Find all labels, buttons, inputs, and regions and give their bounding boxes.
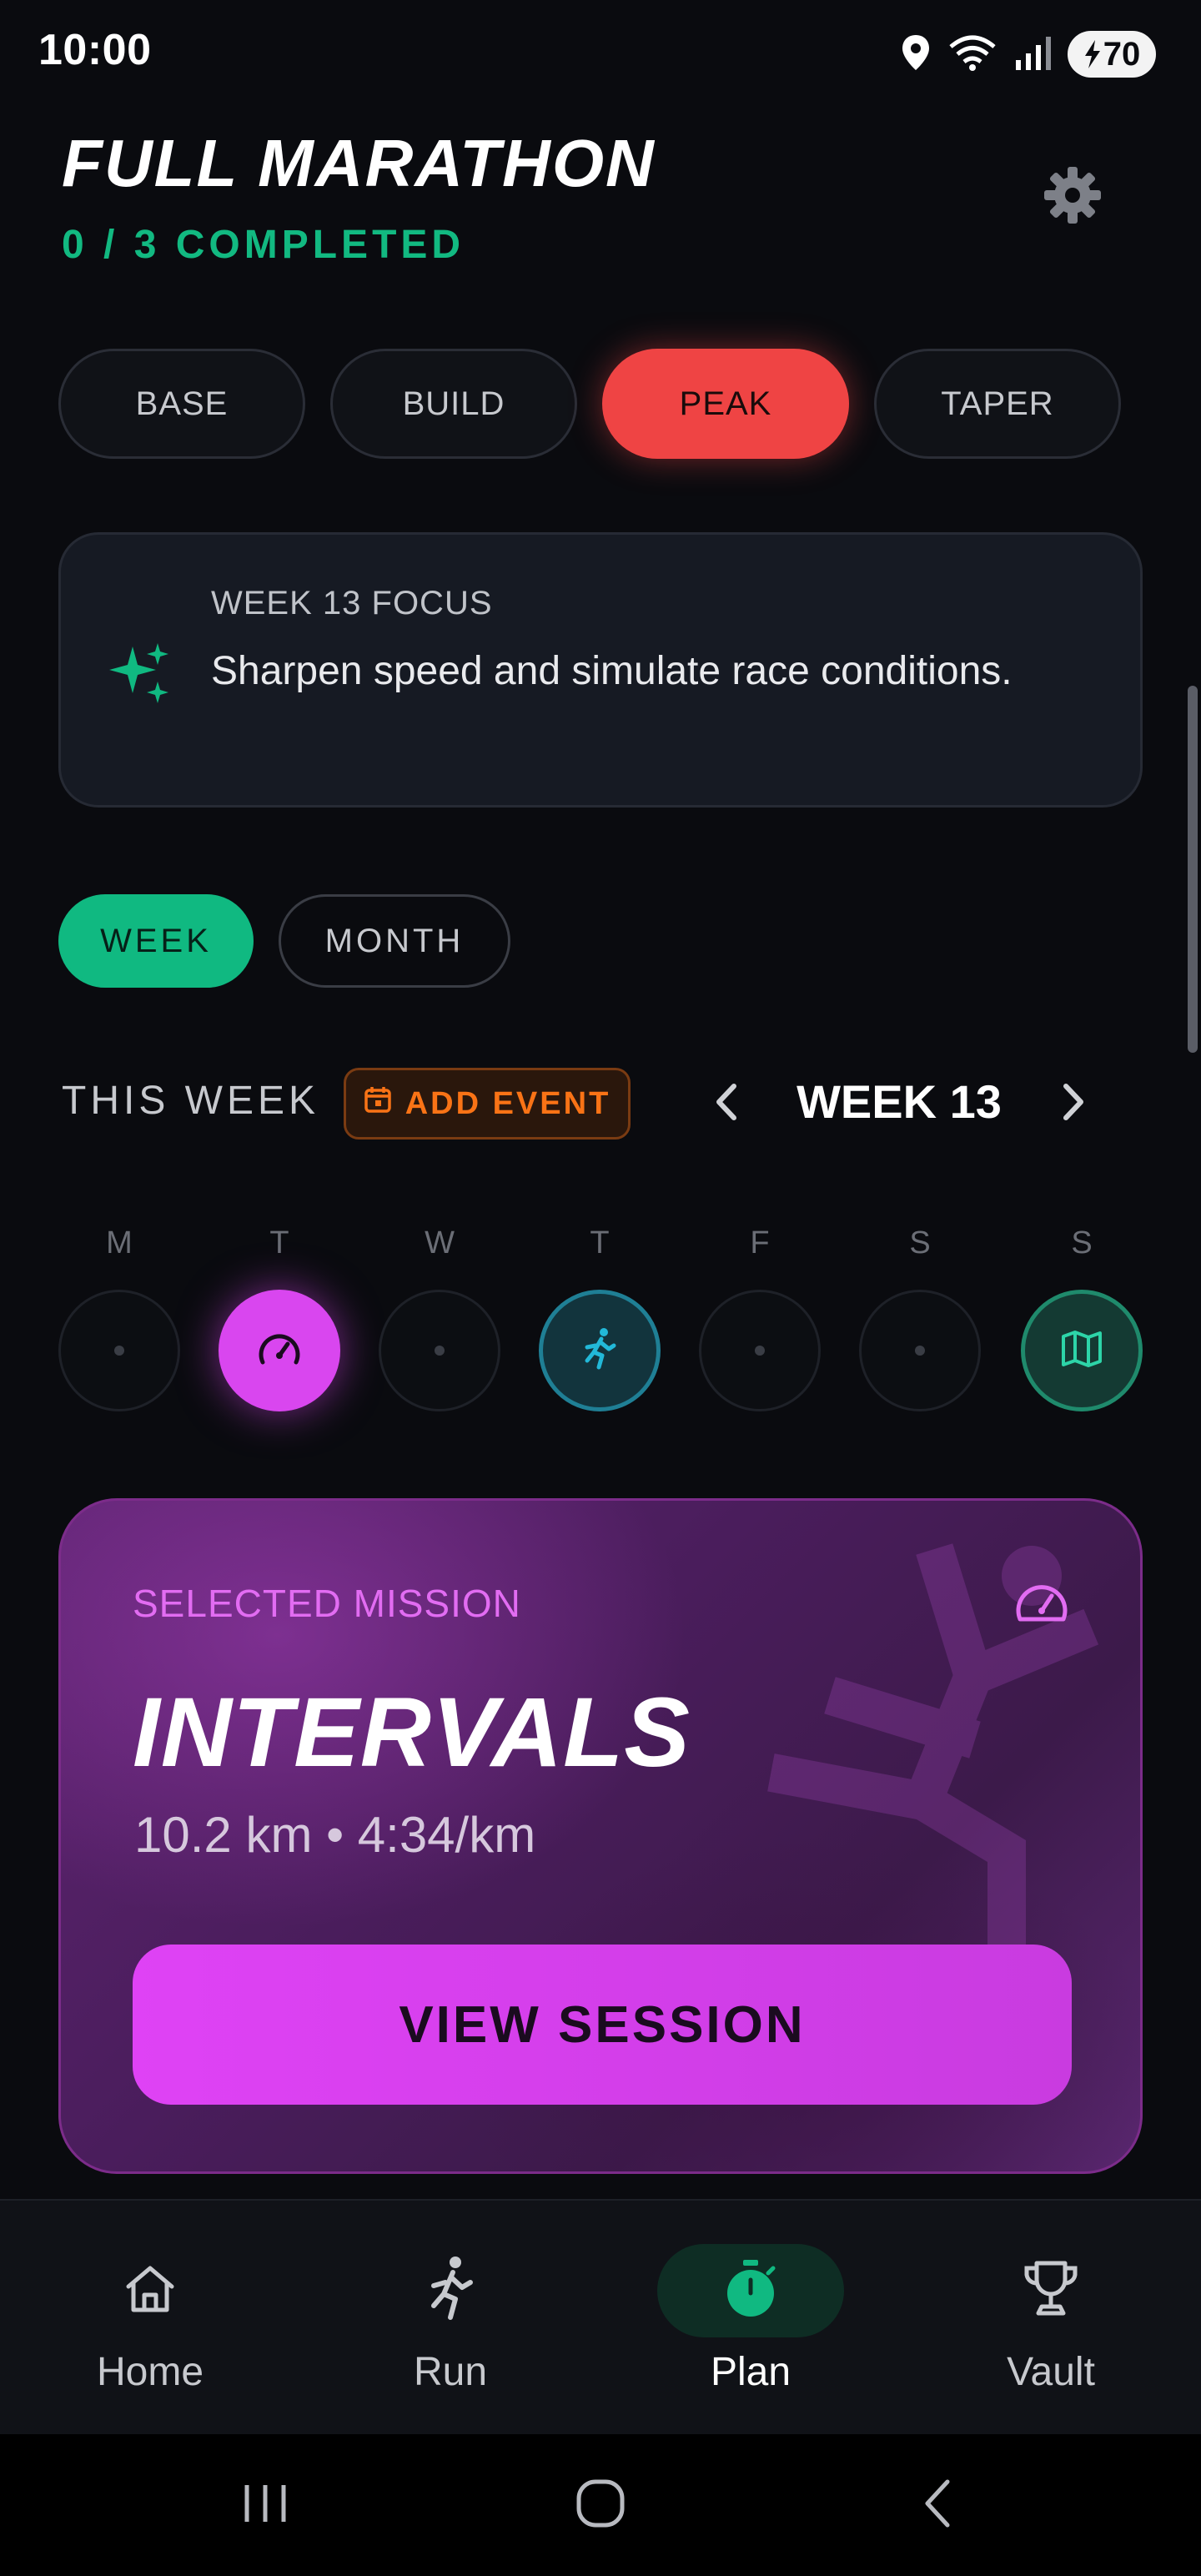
day-saturday[interactable]: S <box>859 1218 981 1411</box>
selected-mission-card: SELECTED MISSION INTERVALS 10.2 km • 4:3… <box>58 1498 1143 2174</box>
day-tuesday[interactable]: T <box>219 1218 340 1411</box>
home-icon <box>123 2263 177 2319</box>
mission-name: INTERVALS <box>133 1678 691 1788</box>
day-letter: S <box>1071 1225 1093 1260</box>
view-toggle: WEEK MONTH <box>58 894 510 988</box>
speedometer-icon <box>1015 1579 1068 1630</box>
map-icon <box>1061 1330 1103 1372</box>
next-week-button[interactable] <box>1036 1066 1111 1141</box>
view-session-button[interactable]: VIEW SESSION <box>133 1945 1072 2105</box>
back-icon <box>921 2478 954 2533</box>
settings-button[interactable] <box>1031 155 1114 239</box>
calendar-icon <box>364 1085 392 1122</box>
nav-plan[interactable]: Plan <box>600 2201 901 2436</box>
runner-icon <box>580 1327 619 1375</box>
tab-build[interactable]: BUILD <box>330 349 577 459</box>
nav-run[interactable]: Run <box>300 2201 600 2436</box>
home-system-button[interactable] <box>550 2459 651 2551</box>
day-circle-rest[interactable] <box>699 1290 821 1411</box>
add-event-button[interactable]: ADD EVENT <box>344 1068 631 1140</box>
nav-home[interactable]: Home <box>0 2201 300 2436</box>
day-circle-long-run[interactable] <box>1021 1290 1143 1411</box>
week-number: WEEK 13 <box>796 1075 1002 1128</box>
day-circle-easy-run[interactable] <box>539 1290 661 1411</box>
day-thursday[interactable]: T <box>539 1218 661 1411</box>
speedometer-icon <box>258 1331 301 1371</box>
status-icons: 70 <box>901 25 1156 83</box>
day-circle-rest[interactable] <box>58 1290 180 1411</box>
day-circle-rest[interactable] <box>859 1290 981 1411</box>
day-sunday[interactable]: S <box>1021 1218 1143 1411</box>
day-letter: T <box>269 1225 289 1260</box>
rest-dot <box>114 1346 124 1356</box>
nav-label-plan: Plan <box>710 2350 791 2394</box>
rest-dot <box>755 1346 765 1356</box>
nav-label-vault: Vault <box>1007 2350 1095 2394</box>
recent-apps-button[interactable] <box>215 2459 315 2551</box>
back-system-button[interactable] <box>887 2459 987 2551</box>
stopwatch-icon <box>723 2258 778 2324</box>
signal-icon <box>1014 33 1051 76</box>
completed-count: 0 / 3 COMPLETED <box>62 223 465 267</box>
day-letter: W <box>425 1225 455 1260</box>
nav-icon-wrap <box>957 2244 1144 2337</box>
location-icon <box>901 33 931 76</box>
nav-label-run: Run <box>413 2350 488 2394</box>
system-nav-bar <box>0 2434 1201 2576</box>
battery-level: 70 <box>1103 35 1141 73</box>
battery-icon: 70 <box>1068 31 1156 78</box>
day-circle-rest[interactable] <box>379 1290 500 1411</box>
focus-text: Sharpen speed and simulate race conditio… <box>211 649 1013 693</box>
focus-card: WEEK 13 FOCUS Sharpen speed and simulate… <box>58 532 1143 808</box>
page-title: FULL MARATHON <box>62 126 656 200</box>
tab-base[interactable]: BASE <box>58 349 305 459</box>
day-letter: M <box>106 1225 133 1260</box>
chevron-left-icon <box>714 1083 739 1125</box>
status-time: 10:00 <box>38 26 152 74</box>
mission-detail: 10.2 km • 4:34/km <box>134 1807 536 1863</box>
day-letter: F <box>750 1225 770 1260</box>
prev-week-button[interactable] <box>689 1066 764 1141</box>
bottom-nav: Home Run Plan Vault <box>0 2199 1201 2434</box>
add-event-label: ADD EVENT <box>405 1085 611 1121</box>
trophy-icon <box>1023 2260 1078 2322</box>
day-monday[interactable]: M <box>58 1218 180 1411</box>
home-circle-icon <box>575 2478 626 2533</box>
nav-vault[interactable]: Vault <box>901 2201 1201 2436</box>
chevron-right-icon <box>1061 1083 1086 1125</box>
tab-peak[interactable]: PEAK <box>602 349 849 459</box>
this-week-label: THIS WEEK <box>62 1079 320 1123</box>
nav-icon-wrap <box>57 2244 244 2337</box>
toggle-month[interactable]: MONTH <box>279 894 510 988</box>
day-circle-intervals[interactable] <box>219 1290 340 1411</box>
day-letter: T <box>590 1225 610 1260</box>
focus-label: WEEK 13 FOCUS <box>211 585 493 621</box>
day-letter: S <box>909 1225 931 1260</box>
tab-taper[interactable]: TAPER <box>874 349 1121 459</box>
phase-tabs: BASE BUILD PEAK TAPER <box>58 349 1121 459</box>
nav-icon-wrap <box>657 2244 844 2337</box>
rest-dot <box>435 1346 445 1356</box>
nav-label-home: Home <box>96 2350 204 2394</box>
day-wednesday[interactable]: W <box>379 1218 500 1411</box>
wifi-icon <box>947 33 997 76</box>
scrollbar-thumb[interactable] <box>1188 686 1198 1053</box>
gear-icon <box>1043 165 1103 229</box>
runner-icon <box>425 2256 475 2327</box>
recent-apps-icon <box>240 2482 290 2529</box>
nav-icon-wrap <box>357 2244 544 2337</box>
rest-dot <box>915 1346 925 1356</box>
sparkles-icon <box>108 640 174 711</box>
toggle-week[interactable]: WEEK <box>58 894 254 988</box>
mission-label: SELECTED MISSION <box>133 1582 521 1625</box>
day-friday[interactable]: F <box>699 1218 821 1411</box>
